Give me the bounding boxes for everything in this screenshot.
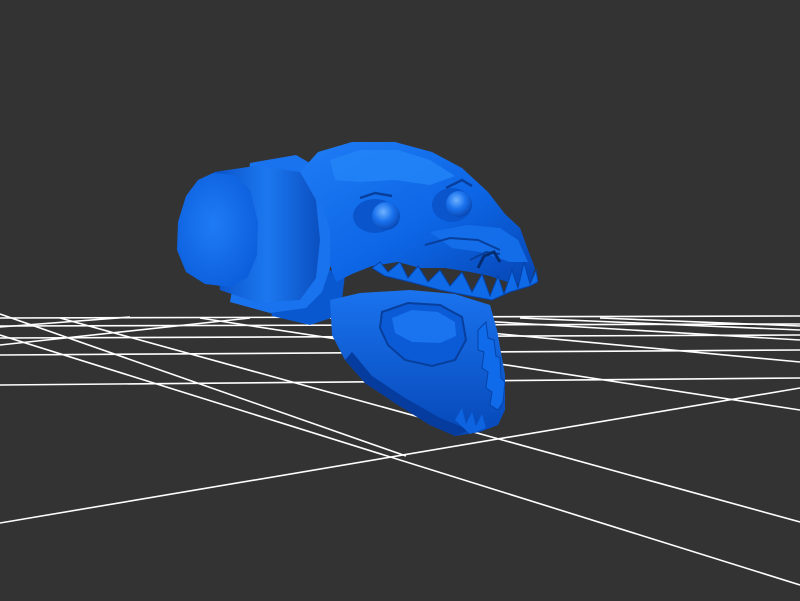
3d-viewport[interactable] [0, 0, 800, 601]
grid-line [0, 317, 251, 346]
grid-line [0, 387, 800, 524]
left-eye [372, 202, 400, 230]
viewport-canvas[interactable] [0, 0, 800, 601]
skull-model[interactable] [177, 142, 539, 436]
right-eye [446, 191, 472, 217]
cylinder-cap [177, 173, 258, 287]
